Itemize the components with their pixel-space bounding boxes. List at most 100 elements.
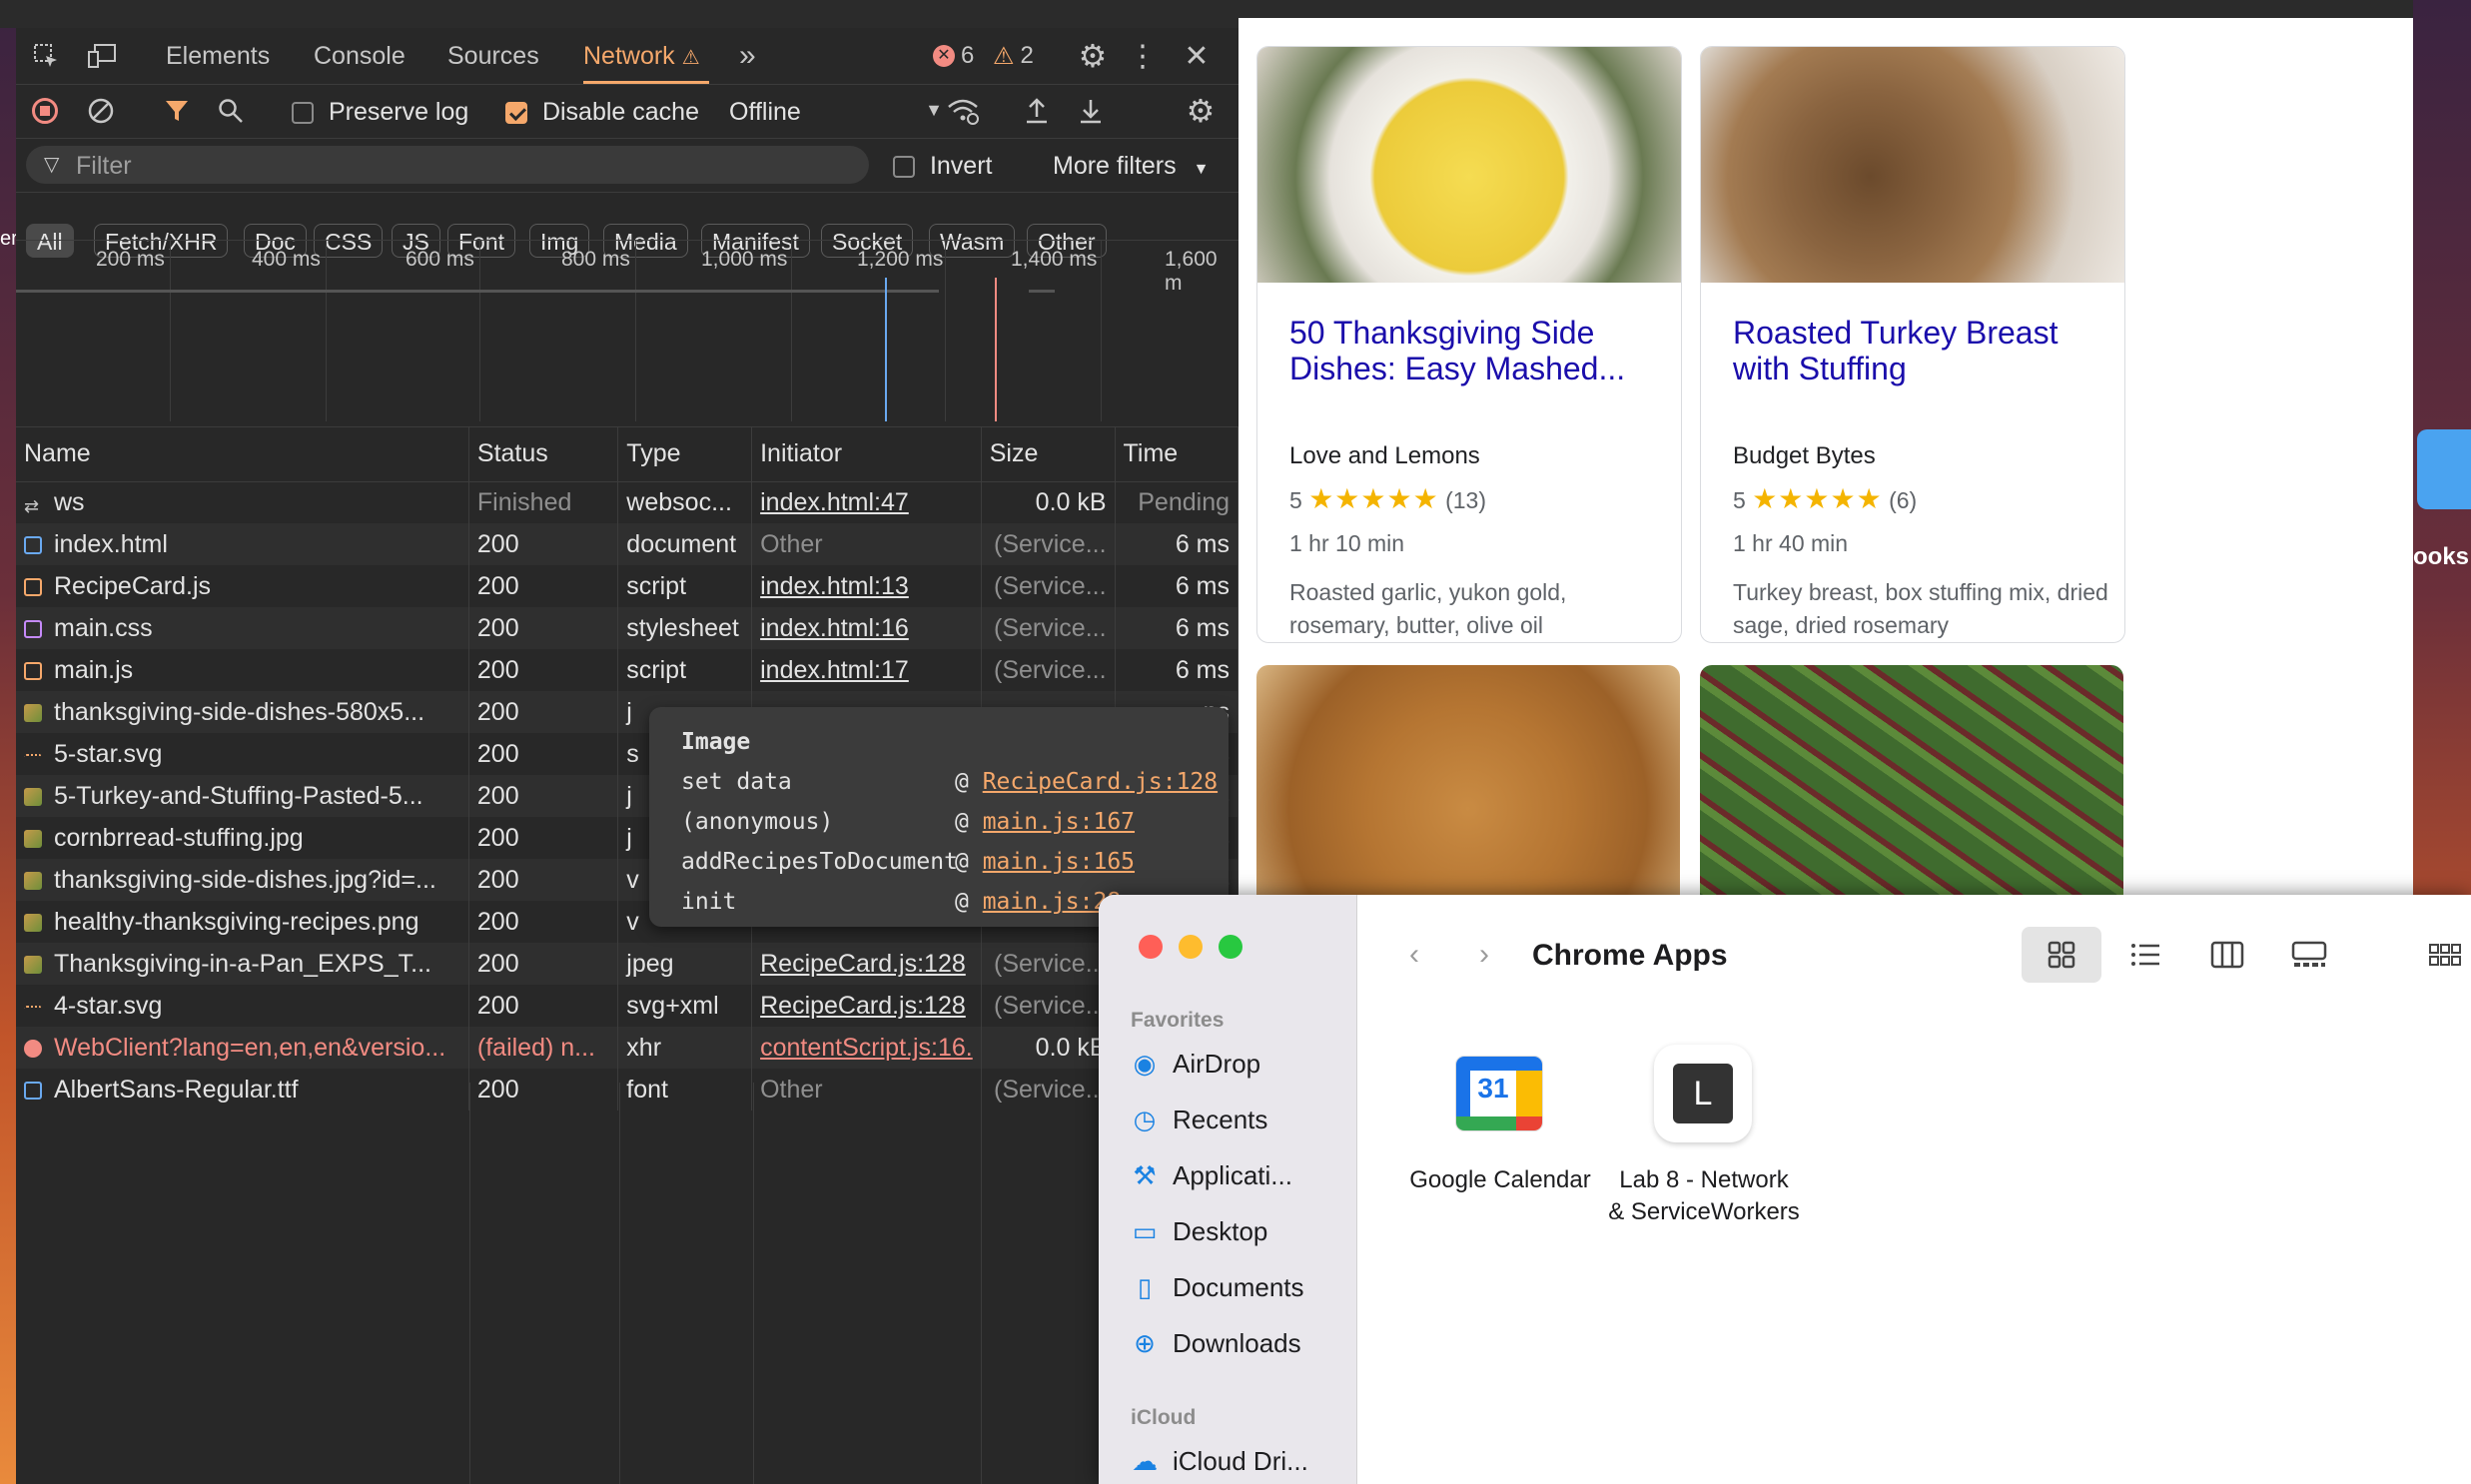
cell-initiator[interactable]: index.html:47 xyxy=(751,481,982,523)
desktop-folder-icon[interactable] xyxy=(2417,429,2471,509)
tab-sources[interactable]: Sources xyxy=(447,28,539,84)
table-row[interactable]: RecipeCard.js 200 script index.html:13 (Serv… xyxy=(16,565,1239,607)
initiator-text[interactable]: contentScript.js:16. xyxy=(760,1034,973,1062)
column-status[interactable]: Status xyxy=(468,427,619,482)
filter-funnel-icon[interactable] xyxy=(162,96,192,126)
name-text: WebClient?lang=en,en,en&versio... xyxy=(54,1033,446,1062)
network-conditions-icon[interactable] xyxy=(945,94,981,128)
svg-icon xyxy=(24,1005,42,1016)
initiator-text[interactable]: index.html:17 xyxy=(760,656,909,684)
recipe-card[interactable]: 50 Thanksgiving Side Dishes: Easy Mashed… xyxy=(1256,46,1682,643)
sidebar-item-desktop[interactable]: ▭ Desktop xyxy=(1131,1216,1268,1247)
invert-box[interactable] xyxy=(893,156,915,179)
recipe-image-cornbread-stuffing[interactable] xyxy=(1256,665,1680,905)
device-toolbar-icon[interactable] xyxy=(86,40,120,72)
initiator-text[interactable]: Other xyxy=(760,530,823,558)
preserve-log-checkbox[interactable]: Preserve log xyxy=(292,98,468,127)
cell-initiator[interactable]: RecipeCard.js:128 xyxy=(751,943,982,985)
cell-status: 200 xyxy=(468,523,619,565)
cell-initiator[interactable]: RecipeCard.js:128 xyxy=(751,985,982,1027)
lab8-app-icon[interactable]: L xyxy=(1654,1045,1752,1142)
disable-cache-checkbox[interactable]: Disable cache xyxy=(505,98,699,127)
forward-button[interactable]: › xyxy=(1464,927,1504,983)
recipe-webpage: 50 Thanksgiving Side Dishes: Easy Mashed… xyxy=(1238,18,2413,905)
list-view-button[interactable] xyxy=(2113,927,2177,983)
recipe-image-green-beans[interactable] xyxy=(1700,665,2123,905)
cell-type: stylesheet xyxy=(617,607,753,649)
initiator-text[interactable]: index.html:16 xyxy=(760,614,909,642)
more-filters-dropdown[interactable]: More filters ▼ xyxy=(1053,152,1209,181)
network-toolbar: Preserve log Disable cache Offline ▼ ⚙ xyxy=(16,84,1238,139)
initiator-text[interactable]: index.html:13 xyxy=(760,572,909,600)
recipe-title[interactable]: Roasted Turkey Breast with Stuffing xyxy=(1733,315,2102,386)
google-calendar-app-icon[interactable]: 31 xyxy=(1450,1045,1548,1142)
back-button[interactable]: ‹ xyxy=(1394,927,1434,983)
table-row[interactable]: main.js 200 script index.html:17 (Service...… xyxy=(16,649,1239,691)
tab-console[interactable]: Console xyxy=(314,28,406,84)
export-har-icon[interactable] xyxy=(1075,94,1107,128)
sidebar-item-icloud-drive[interactable]: ☁ iCloud Dri... xyxy=(1131,1446,1308,1477)
column-initiator[interactable]: Initiator xyxy=(751,427,982,482)
download-icon: ⊕ xyxy=(1134,1328,1156,1358)
filter-input[interactable]: ▽ Filter xyxy=(26,146,869,184)
sidebar-section-icloud: iCloud xyxy=(1131,1406,1197,1429)
recipe-title[interactable]: 50 Thanksgiving Side Dishes: Easy Mashed… xyxy=(1289,315,1659,386)
preserve-log-box[interactable] xyxy=(292,102,314,125)
cell-initiator[interactable]: contentScript.js:16. xyxy=(751,1027,982,1069)
search-icon[interactable] xyxy=(216,96,246,126)
cell-initiator[interactable]: Other xyxy=(751,523,982,565)
column-name[interactable]: Name xyxy=(16,427,469,482)
sidebar-item-downloads[interactable]: ⊕ Downloads xyxy=(1131,1328,1301,1359)
invert-checkbox[interactable]: Invert xyxy=(893,152,992,181)
throttling-select[interactable]: Offline ▼ xyxy=(729,98,943,127)
close-devtools-icon[interactable]: ✕ xyxy=(1179,38,1215,74)
cell-initiator[interactable]: index.html:17 xyxy=(751,649,982,691)
stack-frame-link[interactable]: RecipeCard.js:128 xyxy=(983,769,1218,795)
table-row[interactable]: WebClient?lang=en,en,en&versio... (failed… xyxy=(16,1027,1239,1069)
sidebar-item-documents[interactable]: ▯ Documents xyxy=(1131,1272,1304,1303)
initiator-text[interactable]: RecipeCard.js:128 xyxy=(760,950,966,978)
stack-frame-link[interactable]: main.js:167 xyxy=(983,809,1135,835)
initiator-text[interactable]: index.html:47 xyxy=(760,488,909,516)
sidebar-item-airdrop[interactable]: ◉ AirDrop xyxy=(1131,1049,1260,1080)
cell-status: 200 xyxy=(468,565,619,607)
cell-initiator[interactable]: index.html:13 xyxy=(751,565,982,607)
network-settings-gear-icon[interactable]: ⚙ xyxy=(1183,93,1219,129)
column-type[interactable]: Type xyxy=(617,427,753,482)
stack-frame-link[interactable]: main.js:165 xyxy=(983,849,1135,875)
disable-cache-box[interactable] xyxy=(505,102,527,125)
kebab-menu-icon[interactable]: ⋮ xyxy=(1128,38,1158,74)
sidebar-item-label: Recents xyxy=(1173,1105,1268,1134)
table-row[interactable]: ⇄ ws Finished websoc... index.html:47 0.0 kB P… xyxy=(16,481,1239,523)
more-tabs-button[interactable]: » xyxy=(739,28,756,84)
sidebar-item-recents[interactable]: ◷ Recents xyxy=(1131,1105,1268,1135)
initiator-text[interactable]: RecipeCard.js:128 xyxy=(760,992,966,1020)
gallery-view-button[interactable] xyxy=(2277,927,2341,983)
column-view-button[interactable] xyxy=(2195,927,2259,983)
table-row[interactable]: 4-star.svg 200 svg+xml RecipeCard.js:128 (Se… xyxy=(16,985,1239,1027)
table-row[interactable]: main.css 200 stylesheet index.html:16 (Servi… xyxy=(16,607,1239,649)
close-window-button[interactable] xyxy=(1139,935,1163,959)
time-text: 6 ms xyxy=(1175,571,1230,600)
warnings-badge[interactable]: ⚠ 2 xyxy=(993,40,1034,72)
tab-elements[interactable]: Elements xyxy=(166,28,270,84)
inspect-element-icon[interactable] xyxy=(30,40,62,72)
settings-gear-icon[interactable]: ⚙ xyxy=(1075,38,1111,74)
icon-view-button[interactable] xyxy=(2022,927,2101,983)
clear-icon[interactable] xyxy=(86,96,116,126)
errors-badge[interactable]: ✕ 6 xyxy=(933,40,974,72)
minimize-window-button[interactable] xyxy=(1179,935,1203,959)
stop-recording-icon[interactable] xyxy=(30,96,60,126)
tab-network[interactable]: Network ⚠ xyxy=(583,28,709,84)
cell-initiator[interactable]: index.html:16 xyxy=(751,607,982,649)
recipe-card[interactable]: Roasted Turkey Breast with Stuffing Budg… xyxy=(1700,46,2125,643)
zoom-window-button[interactable] xyxy=(1219,935,1242,959)
column-time[interactable]: Time xyxy=(1115,427,1239,482)
table-row[interactable]: Thanksgiving-in-a-Pan_EXPS_T... 200 jpeg Re… xyxy=(16,943,1239,985)
app-label[interactable]: Lab 8 - Network & ServiceWorkers xyxy=(1584,1164,1824,1228)
group-view-button[interactable] xyxy=(2419,927,2471,983)
column-size[interactable]: Size xyxy=(981,427,1116,482)
import-har-icon[interactable] xyxy=(1021,94,1053,128)
sidebar-item-applications[interactable]: ⚒ Applicati... xyxy=(1131,1160,1292,1191)
table-row[interactable]: index.html 200 document Other (Service... 6 m… xyxy=(16,523,1239,565)
